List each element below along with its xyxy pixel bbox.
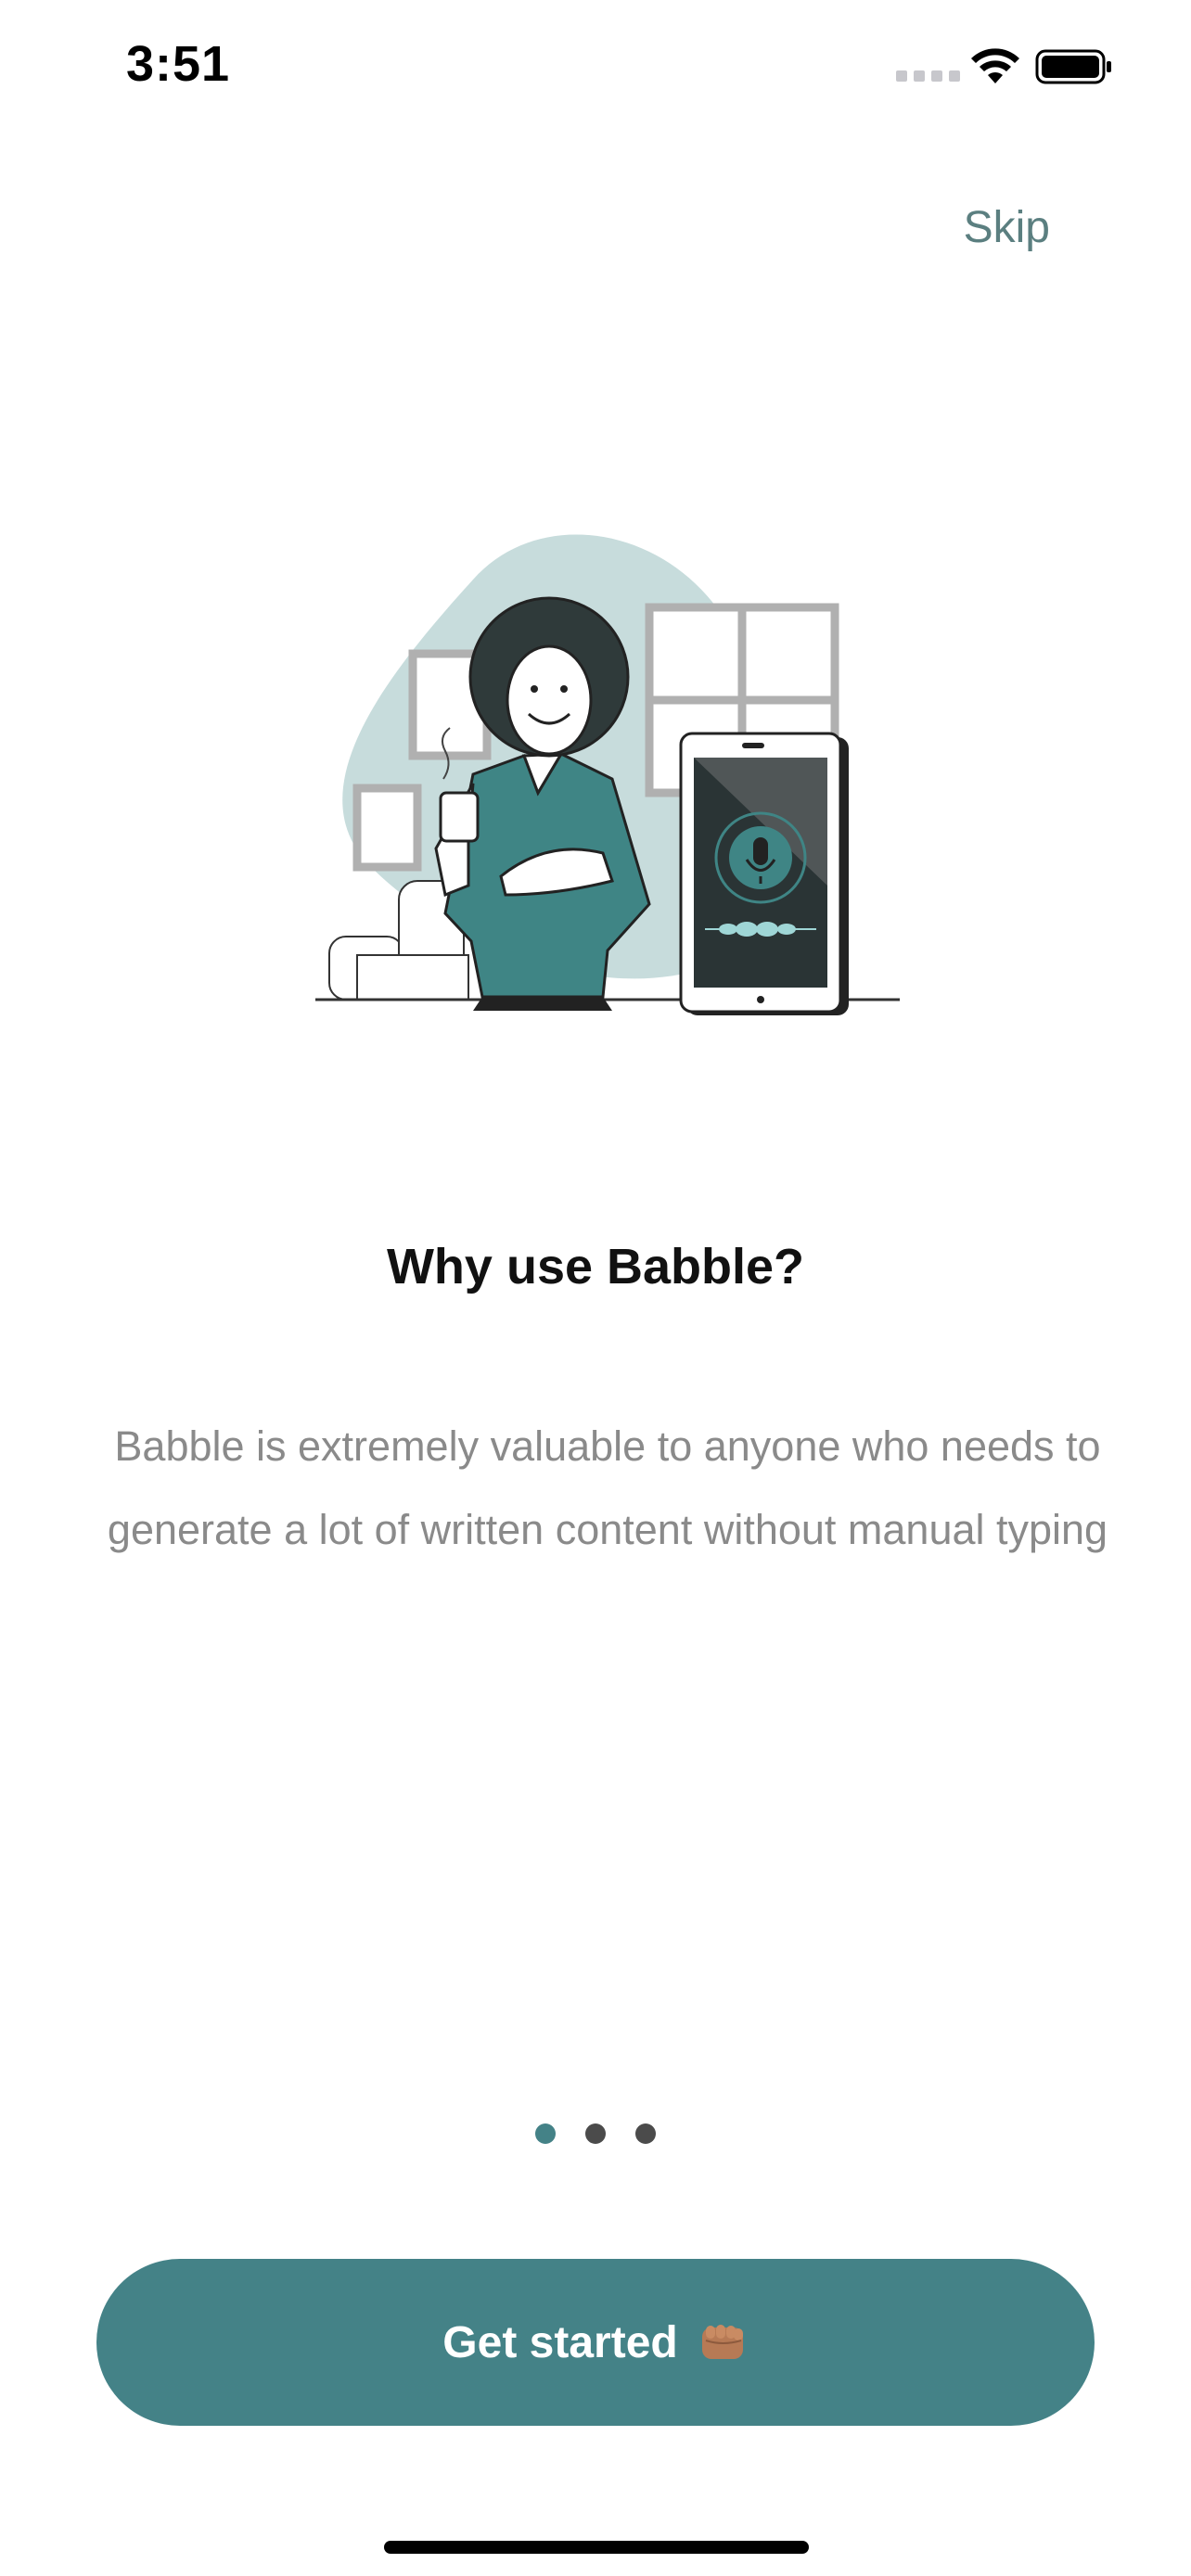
status-bar: 3:51 [0, 0, 1191, 130]
page-dot-1[interactable] [535, 2123, 556, 2144]
onboarding-description: Babble is extremely valuable to anyone w… [107, 1422, 1108, 1553]
home-indicator[interactable] [384, 2541, 809, 2554]
wifi-icon [971, 48, 1019, 83]
skip-button[interactable]: Skip [964, 202, 1050, 253]
get-started-button[interactable]: Get started [96, 2259, 1095, 2426]
page-dot-2[interactable] [585, 2123, 606, 2144]
page-indicator[interactable] [0, 2123, 1191, 2144]
page-dot-3[interactable] [635, 2123, 656, 2144]
onboarding-illustration [315, 534, 900, 1015]
battery-icon [1035, 49, 1111, 84]
onboarding-title: Why use Babble? [386, 1239, 805, 1294]
status-time: 3:51 [126, 36, 231, 92]
fist-bump-icon [701, 2325, 743, 2359]
cellular-signal-icon [896, 70, 960, 82]
get-started-label: Get started [442, 2317, 678, 2367]
